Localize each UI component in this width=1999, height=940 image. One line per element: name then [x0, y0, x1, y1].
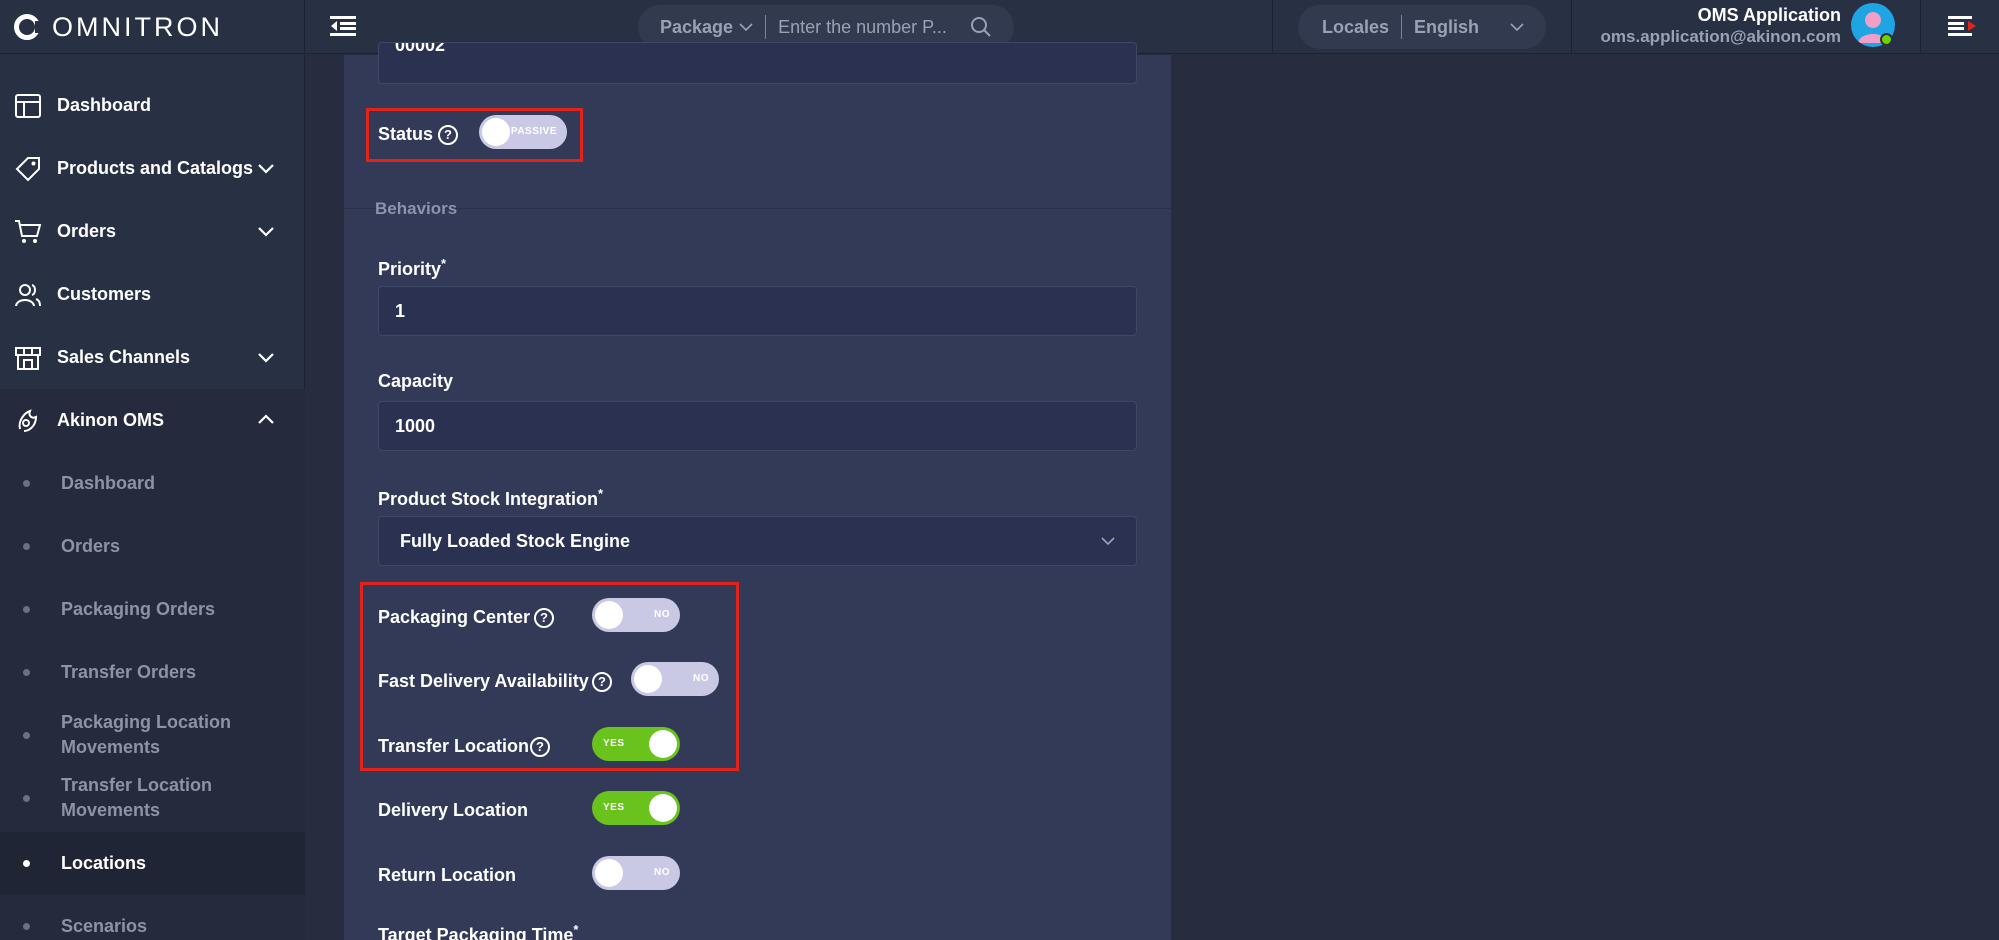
delivery-location-toggle[interactable]: YES: [592, 791, 680, 825]
section-title-behaviors: Behaviors: [375, 199, 458, 218]
search-type-select[interactable]: Package: [660, 17, 753, 38]
toggle-knob: [649, 794, 677, 822]
bullet-icon: [23, 669, 30, 676]
sidebar-item-label: Sales Channels: [57, 347, 191, 367]
bullet-icon: [23, 732, 30, 739]
sidebar-item-label: Customers: [57, 284, 152, 304]
logo[interactable]: OMNITRON: [0, 0, 305, 54]
sidebar-subitem-label: Packaging Location Movements: [61, 712, 232, 757]
sidebar-item-sales-channels[interactable]: Sales Channels: [0, 326, 305, 389]
sidebar-subitem-scenarios[interactable]: Scenarios: [0, 895, 305, 940]
sidebar-item-label: Dashboard: [57, 95, 152, 115]
stock-integration-label: Product Stock Integration*: [378, 486, 603, 510]
location-code-input[interactable]: 00002: [378, 42, 1137, 84]
chevron-down-icon: [1510, 23, 1524, 32]
sidebar-item-products-and-catalogs[interactable]: Products and Catalogs: [0, 137, 305, 200]
sidebar-subitem-label: Transfer Orders: [61, 662, 197, 682]
divider: [1920, 0, 1921, 54]
online-status-icon: [1880, 33, 1893, 46]
priority-input[interactable]: 1: [378, 286, 1137, 336]
user-info[interactable]: OMS Application oms.application@akinon.c…: [1601, 4, 1841, 48]
sidebar-subitem-label: Packaging Orders: [61, 599, 216, 619]
priority-label: Priority*: [378, 256, 446, 280]
sidebar-subitem-transfer-orders[interactable]: Transfer Orders: [0, 641, 305, 704]
required-mark: *: [573, 922, 579, 937]
sidebar-subitem-dashboard[interactable]: Dashboard: [0, 452, 305, 515]
delivery-location-label: Delivery Location: [378, 800, 529, 820]
right-panel-menu-icon[interactable]: [1948, 15, 1978, 37]
bullet-icon: [23, 795, 30, 802]
search-icon[interactable]: [970, 16, 992, 38]
bullet-icon: [23, 606, 30, 613]
stock-integration-value: Fully Loaded Stock Engine: [400, 530, 631, 551]
priority-label-text: Priority: [378, 259, 442, 279]
return-location-label: Return Location: [378, 865, 516, 885]
sidebar-subitem-locations[interactable]: Locations: [0, 832, 305, 895]
bullet-icon: [23, 543, 30, 550]
collapse-sidebar-icon[interactable]: [330, 15, 358, 37]
sidebar-item-customers[interactable]: Customers: [0, 263, 305, 326]
stock-integration-label-text: Product Stock Integration: [378, 489, 599, 509]
sidebar-item-akinon-oms[interactable]: Akinon OMS: [0, 389, 305, 452]
store-icon: [15, 346, 41, 370]
sidebar: Dashboard Products and Catalogs Orders C…: [0, 55, 305, 940]
user-email: oms.application@akinon.com: [1600, 27, 1841, 46]
target-packaging-time-label-text: Target Packaging Time: [378, 925, 574, 940]
sidebar-subitem-orders[interactable]: Orders: [0, 515, 305, 578]
chevron-up-icon: [258, 414, 274, 424]
toggle-knob: [595, 859, 623, 887]
cart-icon: [15, 219, 42, 243]
logo-text: OMNITRON: [52, 11, 223, 42]
divider: [1272, 0, 1273, 54]
tag-icon: [15, 156, 40, 181]
required-mark: *: [441, 256, 447, 271]
highlight-box: [366, 108, 583, 162]
locales-label: Locales: [1322, 16, 1390, 37]
sidebar-subitem-label: Locations: [61, 853, 147, 873]
sidebar-item-orders[interactable]: Orders: [0, 200, 305, 263]
locale-select[interactable]: Locales English: [1298, 5, 1546, 49]
divider: [344, 208, 1171, 209]
search-type-label: Package: [660, 16, 734, 37]
divider: [1401, 15, 1403, 39]
omnitron-logo-icon: [14, 14, 42, 40]
sidebar-subitem-transfer-location-movements[interactable]: Transfer Location Movements: [0, 767, 305, 830]
target-packaging-time-label: Target Packaging Time*: [378, 922, 578, 940]
capacity-label: Capacity: [378, 371, 454, 391]
capacity-input[interactable]: 1000: [378, 401, 1137, 451]
search-input[interactable]: Enter the number P...: [778, 17, 970, 38]
chevron-down-icon: [739, 23, 753, 32]
toggle-state-label: YES: [603, 802, 625, 813]
sidebar-item-label: Akinon OMS: [57, 410, 164, 430]
chevron-down-icon: [258, 227, 274, 237]
sidebar-subitem-label: Transfer Location Movements: [61, 775, 213, 820]
sidebar-item-dashboard[interactable]: Dashboard: [0, 74, 305, 137]
sidebar-item-label: Orders: [57, 221, 117, 241]
locale-value: English: [1414, 16, 1480, 37]
required-mark: *: [598, 486, 604, 501]
divider: [765, 15, 767, 39]
bullet-icon: [23, 860, 30, 867]
users-icon: [15, 283, 41, 306]
chevron-down-icon: [1101, 537, 1115, 546]
toggle-state-label: NO: [654, 867, 670, 878]
user-name: OMS Application: [1697, 5, 1841, 25]
highlight-box: [360, 582, 739, 771]
oms-icon: [18, 408, 38, 432]
divider: [1571, 0, 1572, 54]
chevron-down-icon: [258, 164, 274, 174]
bullet-icon: [23, 923, 30, 930]
sidebar-subitem-label: Dashboard: [61, 473, 156, 493]
sidebar-subitem-packaging-location-movements[interactable]: Packaging Location Movements: [0, 704, 305, 767]
return-location-toggle[interactable]: NO: [592, 856, 680, 890]
stock-integration-select[interactable]: Fully Loaded Stock Engine: [378, 516, 1137, 566]
sidebar-subitem-label: Scenarios: [61, 916, 148, 936]
sidebar-subitem-label: Orders: [61, 536, 121, 556]
chevron-down-icon: [258, 353, 274, 363]
bullet-icon: [23, 480, 30, 487]
sidebar-subitem-packaging-orders[interactable]: Packaging Orders: [0, 578, 305, 641]
location-code-value: 00002: [395, 42, 446, 55]
dashboard-icon: [15, 93, 41, 118]
sidebar-item-label: Products and Catalogs: [57, 158, 254, 178]
